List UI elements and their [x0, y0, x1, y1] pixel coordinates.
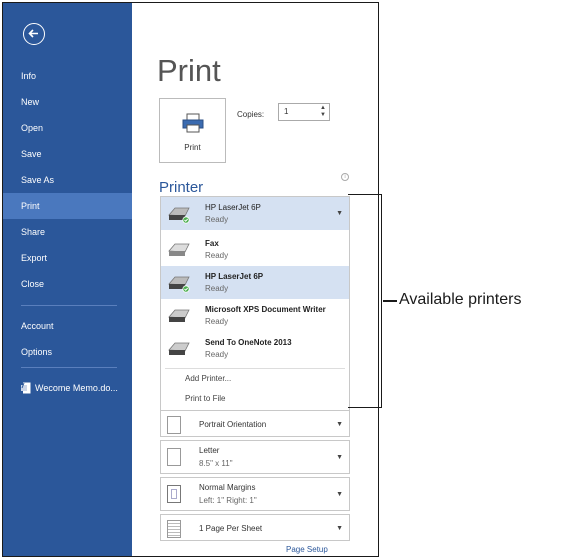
copies-stepper[interactable]: 1 ▲ ▼ [278, 103, 330, 121]
nav-account[interactable]: Account [3, 313, 132, 339]
letter-page-icon [167, 448, 181, 466]
printer-icon [168, 342, 190, 355]
printer-icon [182, 113, 204, 133]
chevron-down-icon[interactable]: ▼ [336, 525, 343, 532]
nav-info[interactable]: Info [3, 63, 132, 89]
printer-name: Microsoft XPS Document Writer [205, 305, 326, 314]
print-button-label: Print [184, 143, 201, 152]
margins-dropdown[interactable]: Normal Margins Left: 1" Right: 1" ▼ [160, 477, 350, 511]
paper-size-dropdown[interactable]: Letter 8.5" x 11" ▼ [160, 440, 350, 474]
orientation-dropdown[interactable]: Portrait Orientation ▼ [160, 410, 350, 437]
nav-save-as[interactable]: Save As [3, 167, 132, 193]
printer-name: HP LaserJet 6P [205, 272, 264, 281]
print-to-file-option[interactable]: Print to File [185, 394, 225, 403]
paper-size: 8.5" x 11" [199, 459, 233, 468]
nav-share[interactable]: Share [3, 219, 132, 245]
recent-document[interactable]: Wecome Memo.do... [3, 375, 132, 401]
printer-status: Ready [205, 350, 229, 359]
copies-value: 1 [284, 107, 289, 116]
page-setup-link[interactable]: Page Setup [286, 545, 328, 554]
printer-option-fax[interactable]: Fax Ready [161, 233, 349, 266]
nav-save[interactable]: Save [3, 141, 132, 167]
nav-export[interactable]: Export [3, 245, 132, 271]
printer-option-onenote[interactable]: Send To OneNote 2013 Ready [161, 332, 349, 365]
copies-label: Copies: [237, 110, 265, 119]
chevron-down-icon[interactable]: ▼ [336, 491, 343, 498]
printer-name: Send To OneNote 2013 [205, 338, 292, 347]
nav-open[interactable]: Open [3, 115, 132, 141]
selected-printer-status: Ready [205, 215, 229, 224]
orientation-label: Portrait Orientation [199, 420, 267, 429]
printer-option-xps[interactable]: Microsoft XPS Document Writer Ready [161, 299, 349, 332]
margins-icon [167, 485, 181, 503]
margins-detail: Left: 1" Right: 1" [199, 496, 257, 505]
printer-icon [168, 309, 190, 322]
callout-line [383, 300, 397, 302]
printer-section-title: Printer [159, 179, 204, 196]
info-icon[interactable]: i [341, 173, 349, 181]
word-document-icon [21, 382, 31, 394]
recent-document-label: Wecome Memo.do... [35, 383, 118, 393]
printer-status: Ready [205, 317, 229, 326]
page-title: Print [157, 53, 221, 88]
callout-label: Available printers [399, 291, 522, 308]
printer-name: Fax [205, 239, 219, 248]
fax-icon [168, 243, 190, 256]
print-pane: Print Print Copies: 1 ▲ ▼ Printer i HP L… [132, 3, 378, 556]
paper-label: Letter [199, 446, 220, 455]
back-arrow-icon[interactable] [23, 23, 45, 45]
printer-dropdown: HP LaserJet 6P Ready ▼ Fax Ready HP Lase… [160, 196, 350, 412]
margins-label: Normal Margins [199, 483, 256, 492]
nav-print[interactable]: Print [3, 193, 132, 219]
chevron-down-icon[interactable]: ▼ [336, 210, 343, 217]
chevron-down-icon[interactable]: ▼ [336, 421, 343, 428]
portrait-page-icon [167, 416, 181, 434]
nav-new[interactable]: New [3, 89, 132, 115]
page-per-sheet-icon [167, 520, 181, 538]
menu-divider [165, 368, 345, 369]
spin-arrows-icon[interactable]: ▲ ▼ [320, 105, 326, 119]
print-button[interactable]: Print [159, 98, 226, 163]
printer-option-hp[interactable]: HP LaserJet 6P Ready [161, 266, 349, 299]
nav-divider [21, 305, 117, 306]
printer-status: Ready [205, 251, 229, 260]
printer-status: Ready [205, 284, 229, 293]
chevron-down-icon[interactable]: ▼ [336, 454, 343, 461]
add-printer-link[interactable]: Add Printer... [185, 374, 231, 383]
callout-bracket [348, 194, 382, 408]
selected-printer[interactable]: HP LaserJet 6P Ready ▼ [161, 197, 349, 230]
pages-per-sheet-dropdown[interactable]: 1 Page Per Sheet ▼ [160, 514, 350, 541]
pages-per-sheet-label: 1 Page Per Sheet [199, 524, 263, 533]
printer-ready-icon [168, 276, 190, 293]
nav-close[interactable]: Close [3, 271, 132, 297]
nav-options[interactable]: Options [3, 339, 132, 365]
selected-printer-name: HP LaserJet 6P [205, 203, 261, 212]
backstage-sidebar: Info New Open Save Save As Print Share E… [3, 3, 132, 556]
printer-ready-icon [168, 207, 190, 224]
nav-divider [21, 367, 117, 368]
backstage-window: Info New Open Save Save As Print Share E… [2, 2, 379, 557]
